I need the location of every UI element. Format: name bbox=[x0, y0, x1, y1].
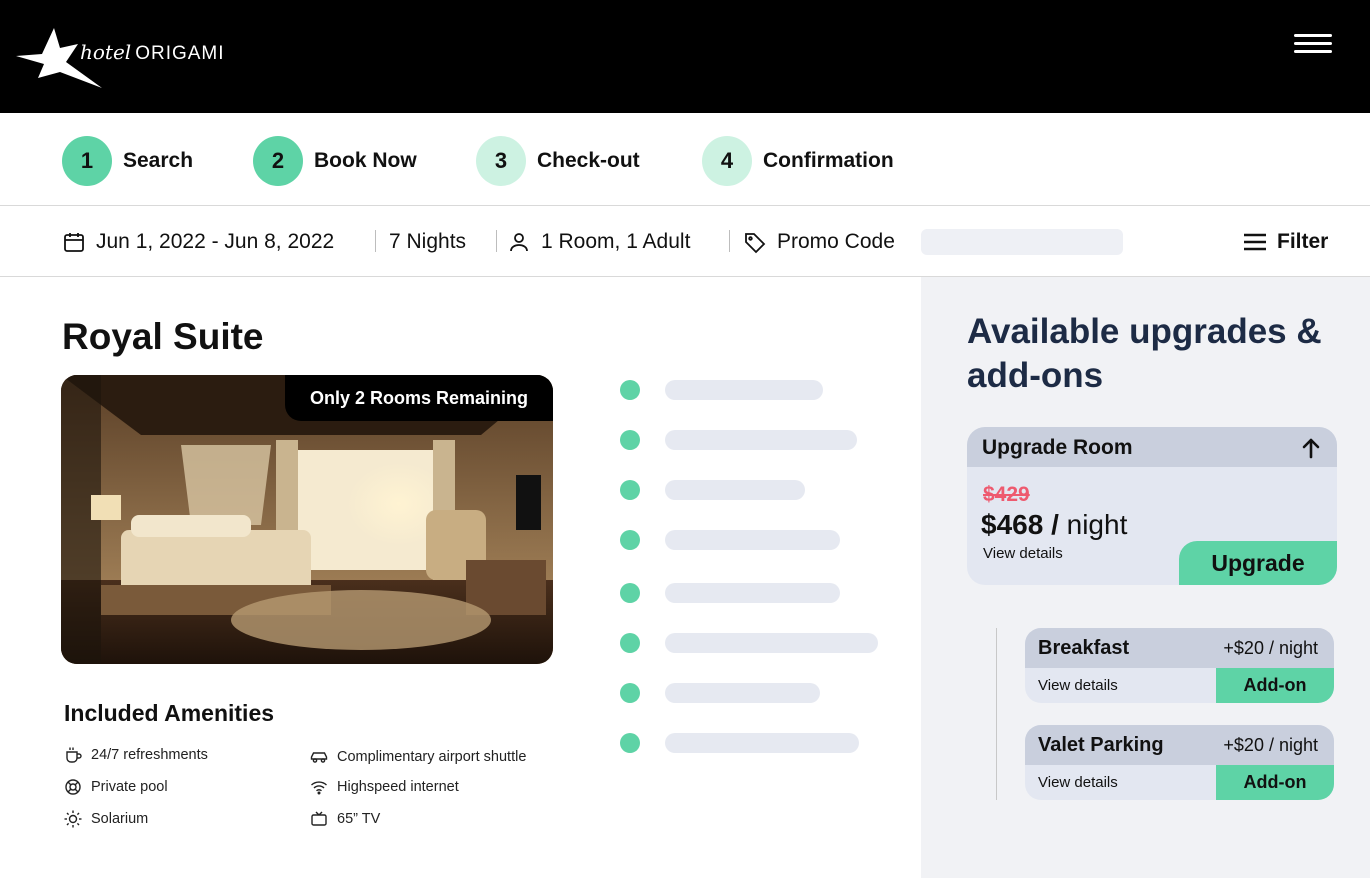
addons-divider bbox=[996, 628, 997, 800]
rooms-remaining-badge: Only 2 Rooms Remaining bbox=[285, 375, 553, 421]
original-price: $429 bbox=[983, 483, 1030, 506]
addon-name: Breakfast bbox=[1038, 637, 1130, 659]
cup-icon bbox=[66, 747, 82, 763]
guests-selector[interactable]: 1 Room, 1 Adult bbox=[507, 206, 690, 277]
feature-placeholder bbox=[665, 583, 840, 603]
feature-placeholder bbox=[665, 480, 805, 500]
step-number: 3 bbox=[476, 136, 526, 186]
upgrade-price-amount: $468 / bbox=[981, 509, 1059, 540]
guests-text: 1 Room, 1 Adult bbox=[541, 229, 691, 253]
divider bbox=[729, 230, 730, 252]
step-label: Check-out bbox=[537, 149, 640, 172]
feature-bullet bbox=[620, 733, 640, 753]
feature-placeholder bbox=[665, 530, 840, 550]
upgrade-price-unit: night bbox=[1066, 509, 1128, 540]
amenity-item: Complimentary airport shuttle bbox=[310, 748, 526, 766]
sun-icon bbox=[64, 810, 82, 828]
amenity-label: Highspeed internet bbox=[337, 779, 459, 795]
feature-bullet bbox=[620, 480, 640, 500]
feature-placeholder bbox=[665, 733, 859, 753]
amenity-label: 24/7 refreshments bbox=[91, 747, 208, 763]
date-range-text: Jun 1, 2022 - Jun 8, 2022 bbox=[96, 229, 335, 253]
feature-bullet bbox=[620, 380, 640, 400]
nights-count[interactable]: 7 Nights bbox=[389, 206, 466, 277]
feature-placeholder bbox=[665, 633, 878, 653]
calendar-icon bbox=[64, 232, 84, 252]
step-book-now[interactable]: 2 Book Now bbox=[253, 136, 417, 186]
amenity-item: Solarium bbox=[64, 810, 148, 828]
addon-name: Valet Parking bbox=[1038, 734, 1164, 756]
amenity-item: 24/7 refreshments bbox=[64, 746, 208, 764]
amenity-label: Solarium bbox=[91, 811, 149, 827]
promo-code-input[interactable] bbox=[921, 229, 1123, 255]
hamburger-menu-icon[interactable] bbox=[1294, 34, 1332, 54]
upgrade-price: $468 / night bbox=[981, 509, 1127, 541]
step-number: 1 bbox=[62, 136, 112, 186]
logo-hotel: hotel bbox=[80, 40, 132, 64]
upgrade-button[interactable]: Upgrade bbox=[1179, 541, 1337, 585]
addon-price: +$20 / night bbox=[1223, 638, 1318, 658]
addon-card-breakfast: Breakfast +$20 / night View details Add-… bbox=[1025, 628, 1334, 703]
date-range[interactable]: Jun 1, 2022 - Jun 8, 2022 bbox=[62, 206, 334, 277]
addon-view-details-link[interactable]: View details bbox=[1038, 774, 1118, 791]
wifi-icon bbox=[311, 781, 327, 795]
promo-code-label: Promo Code bbox=[743, 206, 895, 277]
step-number: 4 bbox=[702, 136, 752, 186]
amenity-item: 65” TV bbox=[310, 810, 380, 828]
filter-button[interactable]: Filter bbox=[1242, 206, 1328, 277]
arrow-up-icon[interactable] bbox=[1301, 437, 1321, 459]
addon-view-details-link[interactable]: View details bbox=[1038, 677, 1118, 694]
tag-icon bbox=[745, 232, 766, 253]
feature-bullet bbox=[620, 583, 640, 603]
car-icon bbox=[310, 752, 328, 763]
filter-label: Filter bbox=[1277, 229, 1329, 253]
upgrades-title: Available upgrades & add-ons bbox=[967, 312, 1322, 395]
step-label: Search bbox=[123, 149, 194, 172]
amenity-label: Private pool bbox=[91, 779, 168, 795]
amenities-title: Included Amenities bbox=[64, 700, 275, 726]
amenity-item: Highspeed internet bbox=[310, 778, 459, 796]
step-label: Confirmation bbox=[763, 149, 894, 172]
divider bbox=[375, 230, 376, 252]
feature-bullet bbox=[620, 633, 640, 653]
addon-card-valet-parking: Valet Parking +$20 / night View details … bbox=[1025, 725, 1334, 800]
feature-bullet bbox=[620, 430, 640, 450]
room-title: Royal Suite bbox=[62, 316, 264, 357]
add-on-button[interactable]: Add-on bbox=[1216, 668, 1334, 703]
logo-wordmark: hotel ORIGAMI bbox=[80, 40, 225, 65]
upgrade-view-details-link[interactable]: View details bbox=[983, 545, 1063, 562]
amenity-label: Complimentary airport shuttle bbox=[337, 749, 527, 765]
step-label: Book Now bbox=[314, 149, 417, 172]
step-search[interactable]: 1 Search bbox=[62, 136, 193, 186]
divider bbox=[496, 230, 497, 252]
add-on-button[interactable]: Add-on bbox=[1216, 765, 1334, 800]
hotel-logo[interactable]: hotel ORIGAMI bbox=[16, 26, 226, 88]
step-number: 2 bbox=[253, 136, 303, 186]
addon-header: Breakfast +$20 / night bbox=[1025, 628, 1334, 668]
nights-text: 7 Nights bbox=[389, 229, 467, 253]
addon-price: +$20 / night bbox=[1223, 735, 1318, 755]
amenity-item: Private pool bbox=[64, 778, 168, 796]
search-filter-bar: Jun 1, 2022 - Jun 8, 2022 7 Nights 1 Roo… bbox=[0, 206, 1370, 277]
feature-bullet bbox=[620, 683, 640, 703]
logo-origami: ORIGAMI bbox=[135, 43, 225, 64]
feature-bullet bbox=[620, 530, 640, 550]
amenity-label: 65” TV bbox=[337, 811, 381, 827]
promo-code-text: Promo Code bbox=[777, 229, 895, 253]
addon-header: Valet Parking +$20 / night bbox=[1025, 725, 1334, 765]
step-check-out[interactable]: 3 Check-out bbox=[476, 136, 640, 186]
upgrade-card-title: Upgrade Room bbox=[982, 436, 1133, 459]
top-header: hotel ORIGAMI bbox=[0, 0, 1370, 113]
feature-placeholder bbox=[665, 380, 823, 400]
feature-placeholder bbox=[665, 683, 820, 703]
feature-placeholder bbox=[665, 430, 857, 450]
user-icon bbox=[510, 232, 528, 251]
tv-icon bbox=[311, 811, 327, 826]
upgrade-card-header[interactable]: Upgrade Room bbox=[967, 427, 1337, 467]
step-confirmation[interactable]: 4 Confirmation bbox=[702, 136, 894, 186]
upgrade-room-card: Upgrade Room $429 $468 / night View deta… bbox=[967, 427, 1337, 585]
lifebuoy-icon bbox=[65, 779, 81, 795]
filter-lines-icon bbox=[1244, 233, 1266, 250]
booking-steps: 1 Search 2 Book Now 3 Check-out 4 Confir… bbox=[0, 113, 1370, 206]
